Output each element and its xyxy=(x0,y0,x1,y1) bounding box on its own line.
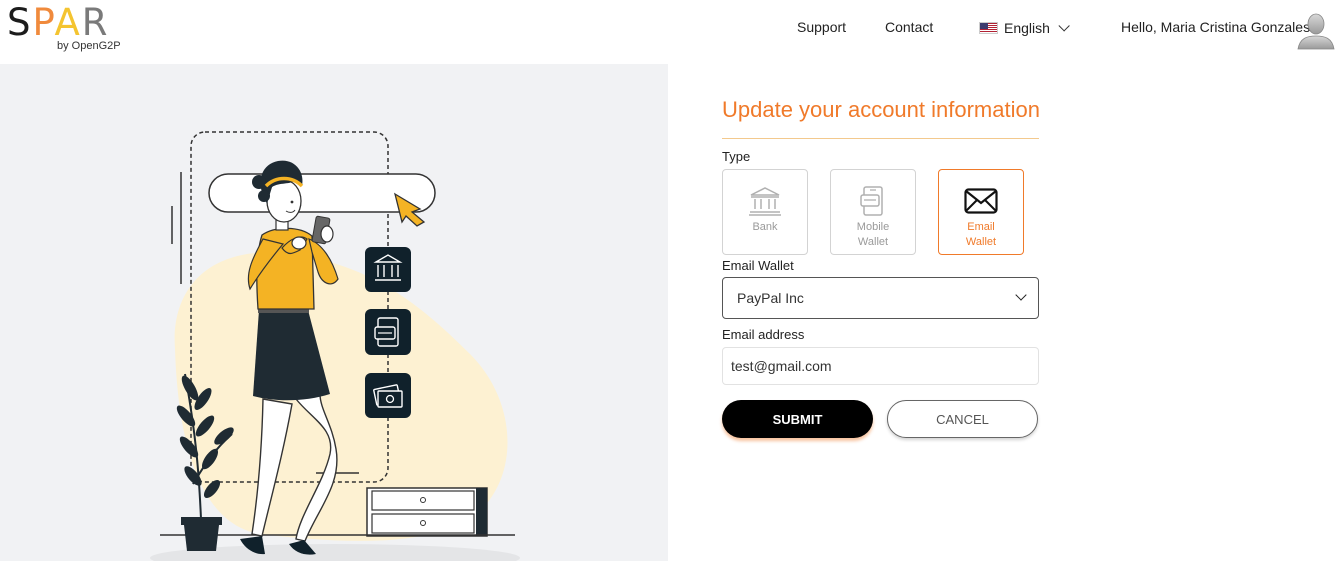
cancel-button[interactable]: CANCEL xyxy=(887,400,1038,438)
bank-tile-icon xyxy=(365,247,411,292)
nav-contact-link[interactable]: Contact xyxy=(885,19,933,35)
chevron-down-icon xyxy=(1015,289,1027,301)
mobile-wallet-icon xyxy=(860,186,883,216)
account-form: Update your account information Type Ban… xyxy=(722,96,1040,438)
top-header: SPAR by OpenG2P Support Contact English … xyxy=(0,0,1340,64)
email-wallet-value: PayPal Inc xyxy=(737,290,804,306)
user-avatar-icon[interactable] xyxy=(1296,11,1336,51)
user-greeting: Hello, Maria Cristina Gonzales xyxy=(1121,19,1311,35)
type-option-label: Email Wallet xyxy=(965,221,997,248)
email-address-input[interactable] xyxy=(722,347,1039,385)
submit-button[interactable]: SUBMIT xyxy=(722,400,873,438)
type-option-email-wallet[interactable]: Email Wallet xyxy=(938,169,1024,255)
email-wallet-label: Email Wallet xyxy=(722,258,794,273)
chevron-down-icon xyxy=(1058,20,1070,32)
type-label: Type xyxy=(722,149,751,164)
wallet-tile-icon xyxy=(365,309,411,355)
spar-logo[interactable]: SPAR by OpenG2P xyxy=(7,3,127,55)
logo-subtitle: by OpenG2P xyxy=(57,40,121,52)
page-title: Update your account information xyxy=(722,97,1040,122)
type-option-label: Bank xyxy=(752,221,778,233)
type-option-mobile-wallet[interactable]: Mobile Wallet xyxy=(830,169,916,255)
illustration-panel xyxy=(0,64,668,561)
envelope-icon xyxy=(964,188,998,214)
bank-icon xyxy=(749,187,781,216)
nav-support-link[interactable]: Support xyxy=(797,19,846,35)
type-option-bank[interactable]: Bank xyxy=(722,169,808,255)
email-address-label: Email address xyxy=(722,327,805,342)
language-label: English xyxy=(1004,20,1050,36)
type-option-label: Mobile Wallet xyxy=(856,221,890,248)
language-selector[interactable]: English xyxy=(979,19,1070,37)
cash-tile-icon xyxy=(365,373,411,418)
us-flag-icon xyxy=(979,22,998,34)
logo-wordmark: SPAR xyxy=(7,1,110,44)
title-divider xyxy=(722,138,1039,139)
account-illustration xyxy=(150,131,520,561)
email-wallet-select[interactable]: PayPal Inc xyxy=(722,277,1039,319)
